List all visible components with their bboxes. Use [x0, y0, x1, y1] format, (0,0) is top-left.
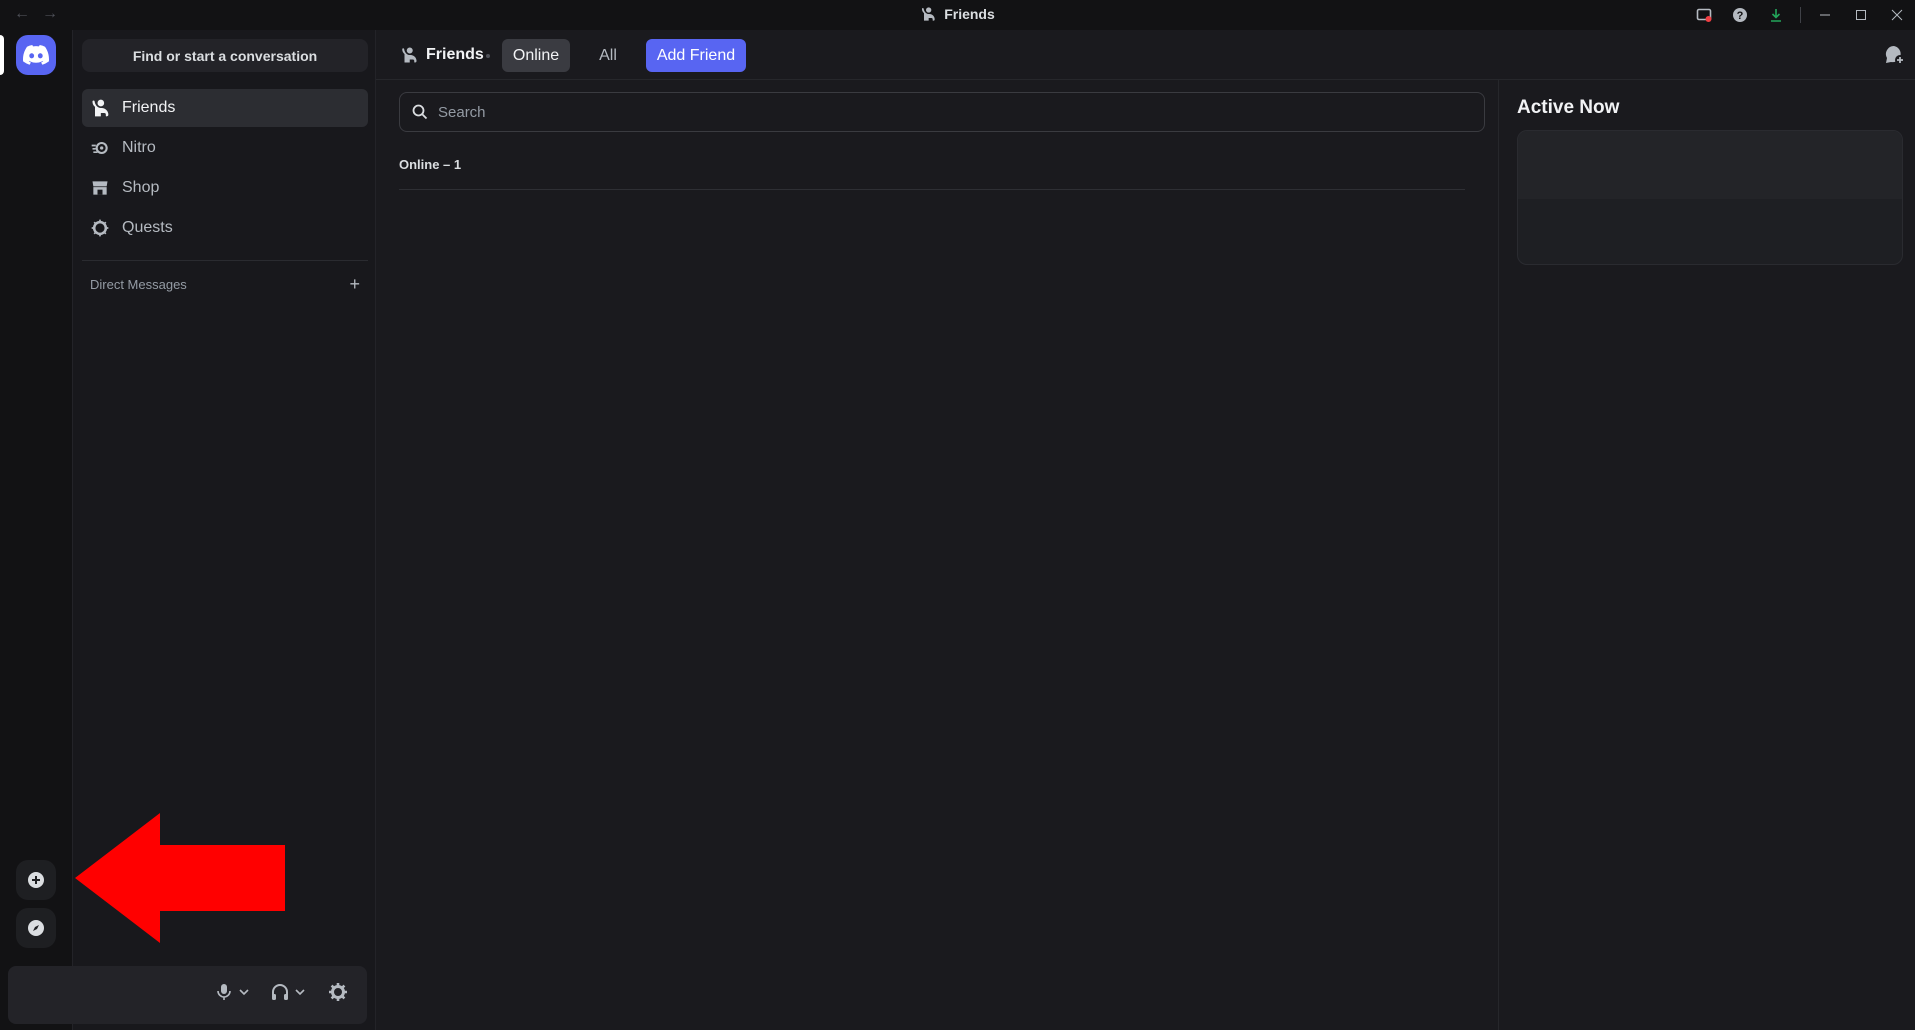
headphones-icon[interactable]	[270, 982, 290, 1002]
new-group-dm-button[interactable]	[1883, 44, 1905, 71]
list-divider	[399, 189, 1465, 190]
minimize-icon[interactable]	[1807, 0, 1843, 30]
title-bar: ← → Friends ?	[0, 0, 1915, 30]
add-friend-button[interactable]: Add Friend	[646, 39, 746, 72]
arrow-left-icon[interactable]: ←	[14, 5, 30, 23]
home-button[interactable]	[16, 35, 56, 75]
sidebar-item-nitro[interactable]: Nitro	[82, 129, 368, 167]
search-input[interactable]	[438, 103, 1438, 121]
friends-search[interactable]	[399, 92, 1485, 132]
maximize-icon[interactable]	[1843, 0, 1879, 30]
friends-header: Friends Online All Add Friend	[376, 30, 1915, 80]
active-now-panel: Active Now	[1500, 80, 1915, 1030]
compass-icon	[28, 920, 44, 936]
user-settings-button[interactable]	[328, 982, 348, 1002]
active-now-card-header	[1518, 131, 1902, 199]
download-icon[interactable]	[1758, 0, 1794, 30]
help-icon[interactable]: ?	[1722, 0, 1758, 30]
history-nav: ← →	[14, 5, 58, 23]
tab-all[interactable]: All	[582, 39, 634, 72]
discord-logo-icon	[23, 45, 49, 65]
sidebar-item-friends[interactable]: Friends	[82, 89, 368, 127]
friends-icon	[922, 7, 935, 21]
close-icon[interactable]	[1879, 0, 1915, 30]
direct-messages-header: Direct Messages +	[90, 274, 360, 295]
sidebar-divider	[82, 260, 368, 261]
plus-circle-icon	[28, 872, 44, 888]
friends-list-area: Online – 1	[376, 80, 1499, 1030]
svg-text:?: ?	[1737, 10, 1744, 22]
active-now-card	[1517, 130, 1903, 265]
main-panel: Friends Online All Add Friend Online – 1…	[376, 30, 1915, 1030]
annotation-arrow-icon	[75, 813, 285, 943]
add-dm-icon[interactable]: +	[349, 274, 360, 295]
home-selected-indicator	[0, 35, 4, 75]
tab-online[interactable]: Online	[502, 39, 570, 72]
user-panel	[8, 966, 367, 1024]
deafen-control[interactable]	[270, 982, 306, 1002]
shop-icon	[92, 181, 108, 195]
sidebar-item-shop[interactable]: Shop	[82, 169, 368, 207]
arrow-right-icon[interactable]: →	[42, 5, 58, 23]
active-now-title: Active Now	[1517, 97, 1620, 118]
nitro-icon	[91, 141, 108, 155]
titlebar-divider	[1800, 7, 1801, 23]
window-title: Friends	[0, 6, 1915, 22]
discover-button[interactable]	[16, 908, 56, 948]
add-server-button[interactable]	[16, 860, 56, 900]
quests-icon	[91, 219, 109, 237]
online-count-header: Online – 1	[399, 157, 462, 172]
gear-icon[interactable]	[328, 982, 348, 1002]
sidebar-item-quests[interactable]: Quests	[82, 209, 368, 247]
inbox-icon[interactable]	[1686, 0, 1722, 30]
header-separator	[486, 54, 490, 58]
search-icon	[412, 104, 428, 120]
chevron-down-icon[interactable]	[238, 986, 250, 998]
microphone-icon[interactable]	[214, 982, 234, 1002]
chevron-down-icon[interactable]	[294, 986, 306, 998]
mute-control[interactable]	[214, 982, 250, 1002]
friends-icon	[402, 47, 417, 63]
server-rail	[0, 30, 72, 1030]
new-group-dm-icon	[1885, 45, 1905, 65]
friends-icon	[92, 99, 109, 117]
find-conversation-button[interactable]: Find or start a conversation	[82, 39, 368, 72]
page-title: Friends	[400, 46, 484, 64]
